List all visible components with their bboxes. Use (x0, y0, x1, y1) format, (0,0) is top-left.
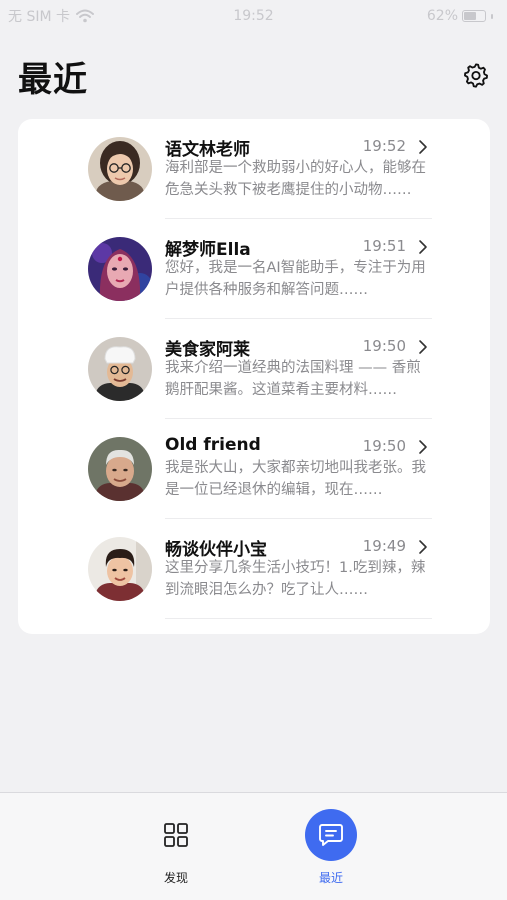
bottom-tab-bar: 发现 最近 (0, 792, 507, 900)
status-bar: 无 SIM 卡 19:52 62% (0, 0, 507, 32)
tab-recent[interactable]: 最近 (271, 793, 391, 900)
tab-label: 最近 (318, 871, 343, 885)
dream-interpreter-avatar (88, 237, 152, 301)
chat-time: 19:52 (362, 137, 406, 155)
battery-icon (462, 10, 486, 22)
chat-item-teacher[interactable]: 语文林老师 19:52 海利部是一个救助弱小的好心人，能够在危急关头救下被老鹰提… (18, 119, 490, 219)
page-title: 最近 (18, 60, 88, 100)
tab-discover[interactable]: 发现 (116, 793, 236, 900)
chat-buddy-avatar (88, 537, 152, 601)
chef-avatar (88, 337, 152, 401)
chat-time: 19:50 (362, 337, 406, 355)
chat-preview: 我是张大山，大家都亲切地叫我老张。我是一位已经退休的编辑，现在…… (165, 460, 426, 498)
battery-percent: 62% (426, 8, 458, 24)
chat-preview: 这里分享几条生活小技巧！1.吃到辣，辣到流眼泪怎么办？吃了让人…… (165, 560, 426, 598)
chevron-right-icon (419, 140, 427, 154)
recent-chats-list: 语文林老师 19:52 海利部是一个救助弱小的好心人，能够在危急关头救下被老鹰提… (18, 119, 490, 634)
chevron-right-icon (419, 440, 427, 454)
message-icon (319, 824, 343, 846)
status-left: 无 SIM 卡 (8, 6, 94, 26)
chat-time: 19:51 (362, 237, 406, 255)
chat-preview: 我来介绍一道经典的法国料理 —— 香煎鹅肝配果酱。这道菜肴主要材料…… (165, 360, 421, 398)
chat-preview: 您好，我是一名AI智能助手，专注于为用户提供各种服务和解答问题…… (165, 260, 426, 298)
battery-cap (491, 13, 493, 19)
chat-item-chat-buddy[interactable]: 畅谈伙伴小宝 19:49 这里分享几条生活小技巧！1.吃到辣，辣到流眼泪怎么办？… (18, 519, 490, 619)
old-friend-avatar (88, 437, 152, 501)
carrier-label: 无 SIM 卡 (8, 9, 70, 25)
gear-icon[interactable] (463, 62, 489, 88)
status-time: 19:52 (233, 8, 274, 24)
chat-name: Old friend (165, 435, 261, 455)
chat-item-dream-interpreter[interactable]: 解梦师Ella 19:51 您好，我是一名AI智能助手，专注于为用户提供各种服务… (18, 219, 490, 319)
tab-label: 发现 (163, 871, 188, 885)
teacher-avatar (88, 137, 152, 201)
divider (165, 618, 432, 619)
chat-item-chef[interactable]: 美食家阿莱 19:50 我来介绍一道经典的法国料理 —— 香煎鹅肝配果酱。这道菜… (18, 319, 490, 419)
chat-item-old-friend[interactable]: Old friend 19:50 我是张大山，大家都亲切地叫我老张。我是一位已经… (18, 419, 490, 519)
chevron-right-icon (419, 240, 427, 254)
chat-time: 19:50 (362, 437, 406, 455)
chat-time: 19:49 (362, 537, 406, 555)
tab-icon-wrap (150, 809, 202, 861)
battery-fill (464, 12, 476, 20)
chevron-right-icon (419, 540, 427, 554)
tab-icon-wrap (305, 809, 357, 861)
grid-icon (164, 823, 188, 847)
wifi-icon (76, 9, 94, 23)
battery-indicator: 62% (427, 8, 493, 24)
chevron-right-icon (419, 340, 427, 354)
chat-preview: 海利部是一个救助弱小的好心人，能够在危急关头救下被老鹰提住的小动物…… (165, 160, 426, 198)
